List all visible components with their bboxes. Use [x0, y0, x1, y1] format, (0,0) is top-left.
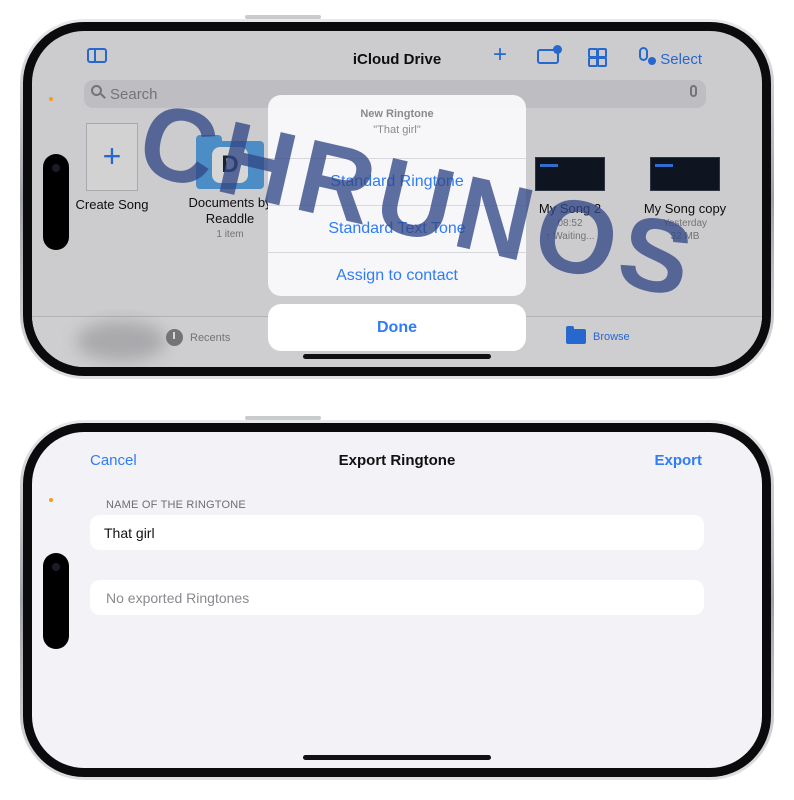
- privacy-indicator: [49, 498, 53, 502]
- privacy-indicator: [49, 97, 53, 101]
- section-label: NAME OF THE RINGTONE: [106, 499, 246, 511]
- phone-frame-bottom: Cancel Export Ringtone Export NAME OF TH…: [20, 416, 774, 780]
- empty-state-text: No exported Ringtones: [106, 590, 250, 606]
- exported-ringtones-list: No exported Ringtones: [90, 580, 704, 615]
- export-button[interactable]: Export: [654, 452, 702, 469]
- done-button[interactable]: Done: [268, 304, 526, 351]
- export-ringtone-screen: Cancel Export Ringtone Export NAME OF TH…: [32, 432, 762, 768]
- page-title: Export Ringtone: [338, 452, 456, 469]
- ringtone-name-value[interactable]: That girl: [104, 525, 155, 541]
- dynamic-island: [43, 553, 69, 649]
- ringtone-name-field[interactable]: That girl: [90, 515, 704, 550]
- home-indicator: [303, 755, 491, 760]
- home-indicator: [303, 354, 491, 359]
- dynamic-island: [43, 154, 69, 250]
